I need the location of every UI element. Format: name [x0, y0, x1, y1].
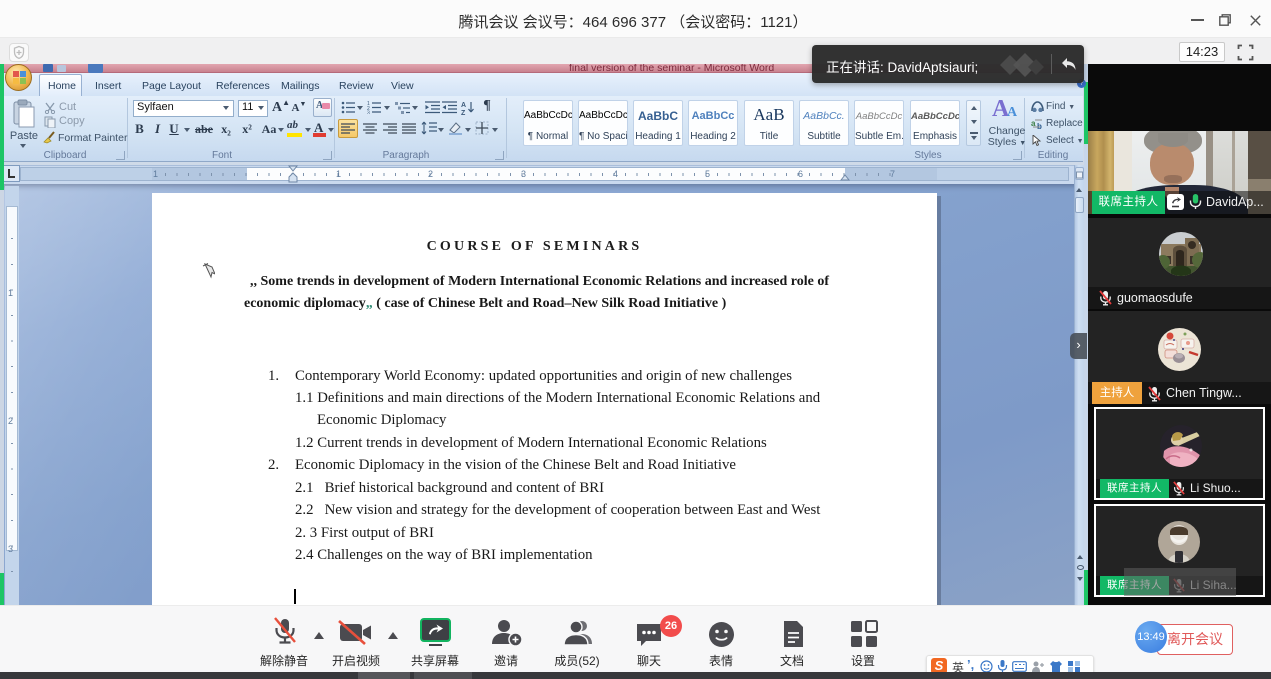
svg-text:3: 3	[367, 111, 370, 115]
svg-text:b: b	[1037, 122, 1042, 129]
svg-text:A: A	[461, 102, 466, 109]
svg-text:Z: Z	[461, 110, 466, 115]
